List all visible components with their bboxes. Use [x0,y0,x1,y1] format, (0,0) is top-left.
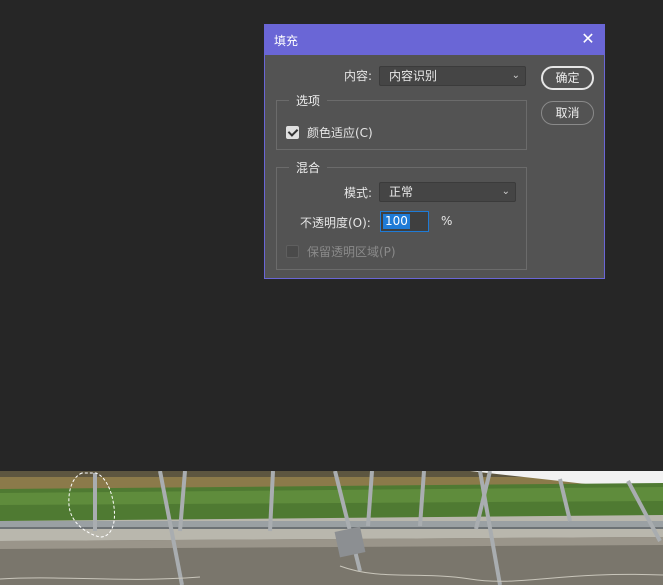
options-group: 选项 颜色适应(C) [276,92,527,150]
opacity-input[interactable]: 100 [380,211,429,232]
opacity-unit: % [441,214,453,228]
chevron-down-icon: ⌄ [511,70,520,81]
dialog-title: 填充 [274,34,299,48]
content-select[interactable]: 内容识别 ⌄ [379,66,526,86]
opacity-label: 不透明度(O): [300,216,371,230]
cancel-button[interactable]: 取消 [541,101,594,125]
close-icon[interactable]: ✕ [580,30,596,48]
preserve-transparency-checkbox[interactable] [286,245,299,258]
color-adaptation-checkbox[interactable] [286,126,299,139]
mode-select-value: 正常 [389,185,414,199]
mode-label: 模式: [344,186,373,200]
ok-button[interactable]: 确定 [541,66,594,90]
mode-select[interactable]: 正常 ⌄ [379,182,516,202]
color-adaptation-label[interactable]: 颜色适应(C) [307,124,373,141]
options-legend: 选项 [289,92,328,109]
content-label: 内容: [344,69,373,83]
dialog-titlebar[interactable]: 填充 ✕ [265,25,604,55]
chevron-down-icon: ⌄ [501,186,510,197]
blending-group: 混合 模式: 正常 ⌄ 不透明度(O): 100 % 保留透明区域(P) [276,159,527,270]
content-select-value: 内容识别 [389,69,438,83]
opacity-value: 100 [383,214,410,229]
preserve-transparency-label: 保留透明区域(P) [307,245,396,259]
canvas-photo[interactable] [0,471,663,585]
fill-dialog: 填充 ✕ 内容: 内容识别 ⌄ 确定 取消 选项 颜色适应(C) 混合 模式: … [264,24,605,279]
blending-legend: 混合 [289,159,328,176]
